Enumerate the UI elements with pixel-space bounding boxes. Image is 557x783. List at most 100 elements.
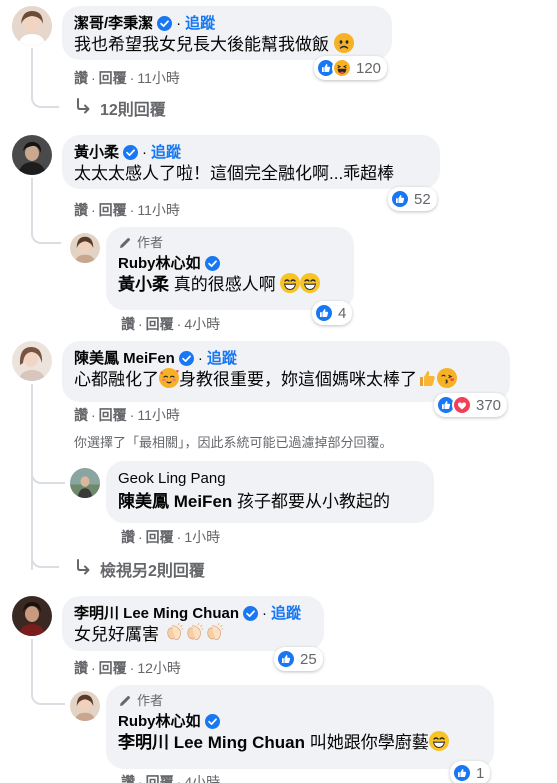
comment-text: 太太太感人了啦！這個完全融化啊...乖超棒: [74, 164, 395, 183]
avatar[interactable]: [12, 596, 52, 636]
commenter-name[interactable]: Ruby林心如: [118, 254, 201, 273]
commenter-name[interactable]: Geok Ling Pang: [118, 469, 226, 488]
reply-action[interactable]: 回覆: [99, 70, 127, 86]
comment-text: 心都融化了: [74, 370, 159, 389]
mention-link[interactable]: 陳美鳳 MeiFen: [118, 492, 232, 511]
verified-badge-icon: [205, 256, 220, 271]
comment-actions: 讚 · 回覆 · 12小時: [74, 660, 181, 676]
reply-action[interactable]: 回覆: [99, 660, 127, 676]
like-action[interactable]: 讚: [74, 407, 88, 423]
like-action[interactable]: 讚: [74, 202, 88, 218]
thumbs-up-emoji-icon: [417, 368, 437, 388]
timestamp[interactable]: 1小時: [184, 529, 220, 545]
follow-link[interactable]: 追蹤: [207, 349, 237, 368]
avatar[interactable]: [12, 341, 52, 381]
view-replies-link[interactable]: 12則回覆: [74, 96, 166, 120]
reply-bubble: 作者 Ruby林心如 黃小柔 真的很感人啊: [106, 227, 354, 310]
comment-text: 女兒好厲害: [74, 625, 159, 644]
verified-badge-icon: [205, 714, 220, 729]
reaction-summary[interactable]: 52: [388, 187, 437, 211]
filter-note: 你選擇了「最相關」，因此系統可能已過濾掉部分回覆。: [74, 435, 393, 450]
clap-emoji-icon: [164, 623, 184, 643]
verified-badge-icon: [179, 351, 194, 366]
thread-line: [31, 48, 59, 108]
reply-text: 真的很感人啊: [169, 275, 276, 294]
comment-bubble: 黃小柔 · 追蹤 太太太感人了啦！這個完全融化啊...乖超棒: [62, 135, 440, 189]
grin-emoji-icon: [429, 731, 449, 751]
commenter-name[interactable]: 黃小柔: [74, 143, 119, 162]
reply-actions: 讚 · 回覆 · 1小時: [121, 529, 221, 545]
reaction-count: 4: [338, 304, 347, 322]
like-action[interactable]: 讚: [121, 529, 135, 545]
comment-actions: 讚 · 回覆 · 11小時: [74, 407, 180, 423]
reply-action[interactable]: 回覆: [146, 529, 174, 545]
reaction-summary[interactable]: 4: [312, 301, 353, 325]
avatar[interactable]: [70, 233, 100, 263]
clap-emoji-icon: [184, 623, 204, 643]
reply-action[interactable]: 回覆: [99, 407, 127, 423]
like-reaction-icon: [276, 649, 296, 669]
comment-bubble: 李明川 Lee Ming Chuan · 追蹤 女兒好厲害: [62, 596, 324, 651]
avatar[interactable]: [70, 468, 100, 498]
reaction-count: 25: [300, 650, 317, 668]
follow-link[interactable]: 追蹤: [271, 604, 301, 623]
author-tag: 作者: [137, 693, 164, 708]
thread-line: [31, 540, 59, 568]
timestamp[interactable]: 12小時: [137, 660, 181, 676]
reaction-count: 1: [476, 764, 485, 782]
grin-emoji-icon: [280, 273, 300, 293]
avatar[interactable]: [70, 691, 100, 721]
reply-arrow-icon: [74, 97, 100, 120]
follow-link[interactable]: 追蹤: [151, 143, 181, 162]
verified-badge-icon: [243, 606, 258, 621]
timestamp[interactable]: 11小時: [137, 70, 180, 86]
reply-text: 叫她跟你學廚藝: [305, 733, 429, 752]
verified-badge-icon: [157, 16, 172, 31]
reaction-count: 370: [476, 396, 502, 414]
reaction-summary[interactable]: 1: [450, 761, 491, 783]
kiss-emoji-icon: [437, 368, 457, 388]
haha-reaction-icon: [332, 58, 352, 78]
reaction-count: 120: [356, 59, 382, 77]
comment-text: 我也希望我女兒長大後能幫我做飯: [74, 35, 329, 54]
reaction-summary[interactable]: 370: [434, 393, 508, 417]
view-more-replies-link[interactable]: 檢視另2則回覆: [74, 557, 205, 581]
timestamp[interactable]: 11小時: [137, 407, 180, 423]
mention-link[interactable]: 李明川 Lee Ming Chuan: [118, 733, 305, 752]
like-reaction-icon: [390, 189, 410, 209]
timestamp[interactable]: 4小時: [184, 316, 220, 332]
comment-bubble: 潔哥/李秉潔 · 追蹤 我也希望我女兒長大後能幫我做飯: [62, 6, 392, 60]
reply-bubble: 作者 Ruby林心如 李明川 Lee Ming Chuan 叫她跟你學廚藝: [106, 685, 494, 769]
thread-line: [31, 178, 61, 244]
reaction-summary[interactable]: 25: [274, 647, 323, 671]
thread-line: [31, 460, 65, 484]
reply-action[interactable]: 回覆: [146, 774, 174, 783]
commenter-name[interactable]: 陳美鳳 MeiFen: [74, 349, 175, 368]
sad-emoji-icon: [334, 33, 354, 53]
timestamp[interactable]: 4小時: [184, 774, 220, 783]
reply-arrow-icon: [74, 558, 100, 581]
like-action[interactable]: 讚: [74, 70, 88, 86]
verified-badge-icon: [123, 145, 138, 160]
commenter-name[interactable]: Ruby林心如: [118, 712, 201, 731]
reply-action[interactable]: 回覆: [99, 202, 127, 218]
thread-line: [31, 639, 65, 705]
reply-text: 孩子都要从小教起的: [232, 492, 391, 511]
clap-emoji-icon: [204, 623, 224, 643]
commenter-name[interactable]: 潔哥/李秉潔: [74, 14, 153, 33]
commenter-name[interactable]: 李明川 Lee Ming Chuan: [74, 604, 239, 623]
follow-link[interactable]: 追蹤: [185, 14, 215, 33]
like-action[interactable]: 讚: [74, 660, 88, 676]
reply-actions: 讚 · 回覆 · 4小時: [121, 773, 220, 783]
like-reaction-icon: [314, 303, 334, 323]
timestamp[interactable]: 11小時: [137, 202, 180, 218]
avatar[interactable]: [12, 6, 52, 46]
avatar[interactable]: [12, 135, 52, 175]
like-action[interactable]: 讚: [121, 774, 135, 783]
reply-action[interactable]: 回覆: [146, 316, 174, 332]
like-action[interactable]: 讚: [121, 316, 135, 332]
reaction-summary[interactable]: 120: [314, 56, 388, 80]
mention-link[interactable]: 黃小柔: [118, 275, 169, 294]
author-tag: 作者: [137, 235, 164, 250]
comment-text: 身教很重要，妳這個媽咪太棒了: [179, 370, 417, 389]
